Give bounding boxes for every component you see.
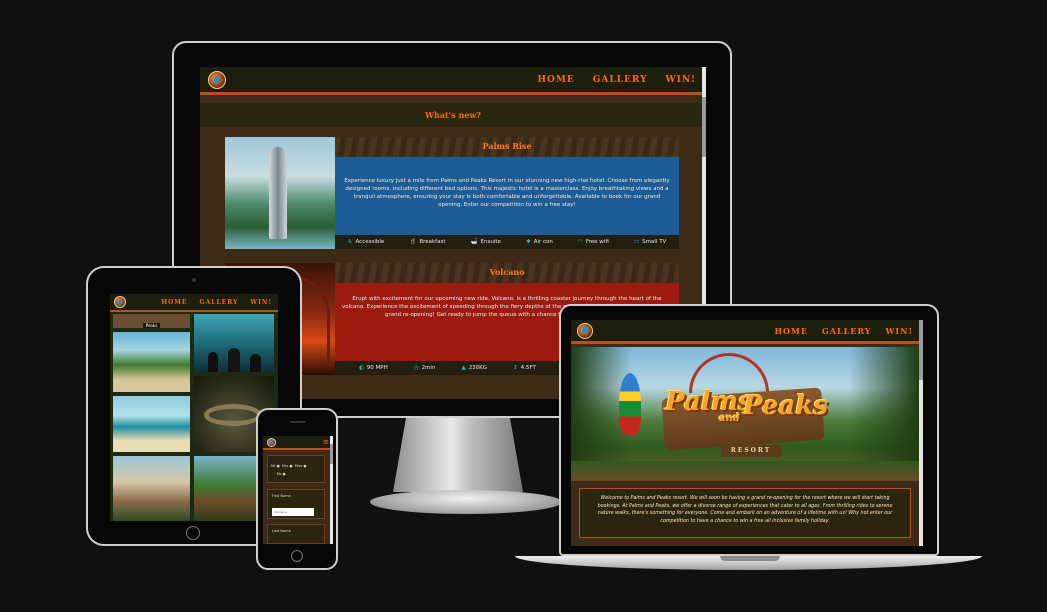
first-name-group: First Name xyxy=(267,489,325,519)
fan-icon: ✱ xyxy=(526,239,531,245)
phone-screen: ≡ Mr ● Mrs ● Miss ● Ms ● First Name Last… xyxy=(263,436,333,544)
wifi-icon: ◠ xyxy=(578,239,583,245)
amenity-accessible: ♿ Accessible xyxy=(347,239,385,245)
welcome-text: Welcome to Palms and Peaks resort. We wi… xyxy=(579,488,911,538)
navbar: ≡ xyxy=(263,436,333,450)
radio-ms[interactable]: ● xyxy=(283,472,286,476)
clock-icon: ◷ xyxy=(413,365,419,371)
resort-logo[interactable] xyxy=(114,296,126,308)
hero-logo-peaks: Peaks xyxy=(743,391,828,421)
card-palms-rise: Palms Rise Experience luxury just a mile… xyxy=(225,137,679,249)
speed-icon: ◐ xyxy=(359,365,364,371)
card-title: Palms Rise xyxy=(335,137,679,157)
laptop-notch xyxy=(720,556,780,561)
first-name-label: First Name xyxy=(272,494,291,498)
cutlery-icon: 🍴 xyxy=(409,239,417,245)
radio-mrs[interactable]: ● xyxy=(289,464,292,468)
hero-logo-and: and xyxy=(719,413,740,424)
height-icon: ↕ xyxy=(513,365,518,371)
card-title: Volcano xyxy=(335,263,679,283)
monitor-stand xyxy=(393,418,523,492)
phone-home-button[interactable] xyxy=(291,550,303,562)
whats-new-bar: What's new? xyxy=(200,103,706,127)
amenity-aircon: ✱ Air con xyxy=(526,239,553,245)
phone-device: ≡ Mr ● Mrs ● Miss ● Ms ● First Name Last… xyxy=(256,408,338,570)
nav-win-link[interactable]: WIN! xyxy=(885,326,913,336)
first-name-field[interactable] xyxy=(272,508,314,516)
tv-icon: ▭ xyxy=(633,239,640,245)
amenity-ensuite: 🛁 Ensuite xyxy=(470,239,501,245)
nav-gallery-link[interactable]: GALLERY xyxy=(199,299,238,306)
section-title: What's new? xyxy=(425,110,481,120)
laptop-screen: HOME GALLERY WIN! Palms and Peaks RESORT… xyxy=(571,320,923,546)
bath-icon: 🛁 xyxy=(470,239,478,245)
title-radio-group: Mr ● Mrs ● Miss ● Ms ● xyxy=(267,455,325,483)
hamburger-menu-icon[interactable]: ≡ xyxy=(323,438,329,446)
nav-gallery-link[interactable]: GALLERY xyxy=(593,75,648,85)
navbar: HOME GALLERY WIN! xyxy=(110,294,278,312)
scrollbar[interactable] xyxy=(330,436,333,544)
amenity-breakfast: 🍴 Breakfast xyxy=(409,239,446,245)
gallery-image-aquarium[interactable] xyxy=(194,314,274,372)
hero-image: Palms and Peaks RESORT xyxy=(571,347,919,481)
phone-speaker xyxy=(290,421,306,423)
hero-logo-resort: RESORT xyxy=(721,445,781,457)
navbar: HOME GALLERY WIN! xyxy=(571,320,923,344)
palms-rise-image xyxy=(225,137,335,249)
gallery-image-beach[interactable] xyxy=(113,396,190,452)
gallery-image-beach-hut[interactable] xyxy=(113,332,190,392)
nav-home-link[interactable]: HOME xyxy=(538,75,575,85)
radio-mr[interactable]: ● xyxy=(277,464,280,468)
nav-home-link[interactable]: HOME xyxy=(774,326,807,336)
scrollbar[interactable] xyxy=(919,320,923,546)
card-description: Experience luxury just a mile from Palms… xyxy=(335,157,679,235)
nav-home-link[interactable]: HOME xyxy=(161,299,187,306)
last-name-label: Last Name xyxy=(272,529,291,533)
laptop-device: HOME GALLERY WIN! Palms and Peaks RESORT… xyxy=(559,304,939,556)
weight-icon: ▲ xyxy=(461,365,466,371)
tablet-camera xyxy=(192,278,196,282)
monitor-stand-base xyxy=(370,490,562,514)
nav-win-link[interactable]: WIN! xyxy=(666,75,697,85)
stat-height: ↕ 4.5FT xyxy=(513,365,536,371)
resort-logo[interactable] xyxy=(267,437,276,447)
amenity-tv: ▭ Small TV xyxy=(633,239,667,245)
gallery-image-peaks[interactable]: Peaks xyxy=(113,314,190,328)
stat-duration: ◷ 2min xyxy=(413,365,436,371)
parrot-illustration xyxy=(619,373,641,435)
last-name-group: Last Name xyxy=(267,524,325,544)
nav-gallery-link[interactable]: GALLERY xyxy=(822,326,872,336)
stat-speed: ◐ 90 MPH xyxy=(359,365,388,371)
amenity-wifi: ◠ Free wifi xyxy=(578,239,609,245)
wheelchair-icon: ♿ xyxy=(347,239,353,245)
stat-weight: ▲ 230KG xyxy=(461,365,488,371)
navbar: HOME GALLERY WIN! xyxy=(200,67,706,95)
gallery-image-hotel[interactable] xyxy=(113,456,190,521)
tablet-screen: HOME GALLERY WIN! Peaks xyxy=(110,294,278,521)
tablet-home-button[interactable] xyxy=(186,526,200,540)
resort-logo[interactable] xyxy=(208,70,226,89)
nav-win-link[interactable]: WIN! xyxy=(250,299,272,306)
amenities-row: ♿ Accessible 🍴 Breakfast 🛁 Ensuite ✱ Air con… xyxy=(335,235,679,249)
resort-logo[interactable] xyxy=(577,322,593,339)
radio-miss[interactable]: ● xyxy=(303,464,306,468)
